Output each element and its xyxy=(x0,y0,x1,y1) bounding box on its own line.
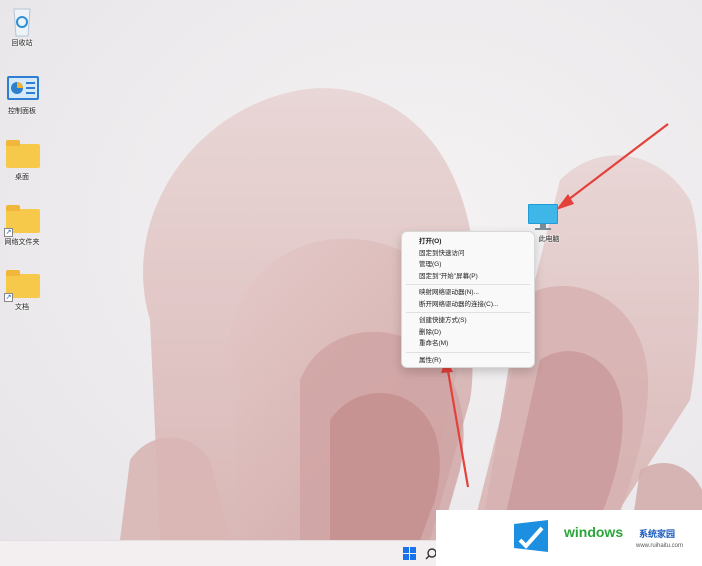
watermark-logo-icon xyxy=(512,518,550,554)
monitor-icon xyxy=(524,202,560,232)
desktop: 回收站 控制面板 桌面 ↗ 网络文件夹 ↗ 文档 此电脑 打开(O) 固定到快速… xyxy=(0,0,702,566)
folder-shortcut-icon: ↗ xyxy=(4,270,40,302)
desktop-icon-label: 桌面 xyxy=(15,174,29,181)
menu-item-rename[interactable]: 重命名(M) xyxy=(402,338,534,350)
desktop-icon-label: 此电脑 xyxy=(538,236,560,243)
menu-separator xyxy=(406,351,530,353)
menu-item-pin-start[interactable]: 固定到"开始"屏幕(P) xyxy=(402,271,534,283)
menu-separator xyxy=(406,312,530,313)
watermark-url: www.ruihaitu.com xyxy=(636,543,684,549)
folder-shortcut-icon: ↗ xyxy=(4,205,40,237)
control-panel-icon xyxy=(4,74,40,104)
desktop-icon-recycle-bin[interactable]: 回收站 xyxy=(0,6,44,48)
menu-item-create-shortcut[interactable]: 创建快捷方式(S) xyxy=(402,315,534,327)
desktop-icon-desktop-folder[interactable]: 桌面 xyxy=(0,140,44,182)
bloom-wallpaper xyxy=(120,88,702,541)
menu-item-pin-quick-access[interactable]: 固定到快速访问 xyxy=(402,248,534,260)
folder-icon xyxy=(4,140,40,170)
menu-item-disconnect-network-drive[interactable]: 断开网络驱动器的连接(C)... xyxy=(402,299,534,311)
desktop-icon-label: 网络文件夹 xyxy=(4,239,40,246)
menu-item-delete[interactable]: 删除(D) xyxy=(402,327,534,339)
menu-item-open[interactable]: 打开(O) xyxy=(402,236,534,248)
menu-item-manage[interactable]: 管理(G) xyxy=(402,259,534,271)
desktop-icon-control-panel[interactable]: 控制面板 xyxy=(0,74,44,116)
menu-item-properties[interactable]: 属性(R) xyxy=(402,355,534,367)
desktop-icon-network-folder[interactable]: ↗ 网络文件夹 xyxy=(0,205,44,247)
watermark-brand-suffix: 系统家园 xyxy=(639,529,676,539)
menu-separator xyxy=(406,284,530,285)
desktop-icon-label: 控制面板 xyxy=(8,108,36,115)
desktop-icon-label: 文档 xyxy=(15,304,29,311)
desktop-icon-documents[interactable]: ↗ 文档 xyxy=(0,270,44,312)
shortcut-arrow-icon: ↗ xyxy=(4,293,13,302)
recycle-bin-icon xyxy=(4,6,40,37)
windows-start-icon[interactable] xyxy=(403,547,417,561)
watermark-brand-text: windows xyxy=(564,524,624,540)
watermark-brand: windows xyxy=(564,524,623,540)
menu-item-map-network-drive[interactable]: 映射网络驱动器(N)... xyxy=(402,287,534,299)
context-menu: 打开(O) 固定到快速访问 管理(G) 固定到"开始"屏幕(P) 映射网络驱动器… xyxy=(401,231,535,368)
watermark: windows 系统家园 www.ruihaitu.com xyxy=(436,510,702,566)
desktop-icon-label: 回收站 xyxy=(11,40,33,47)
shortcut-arrow-icon: ↗ xyxy=(4,228,13,237)
